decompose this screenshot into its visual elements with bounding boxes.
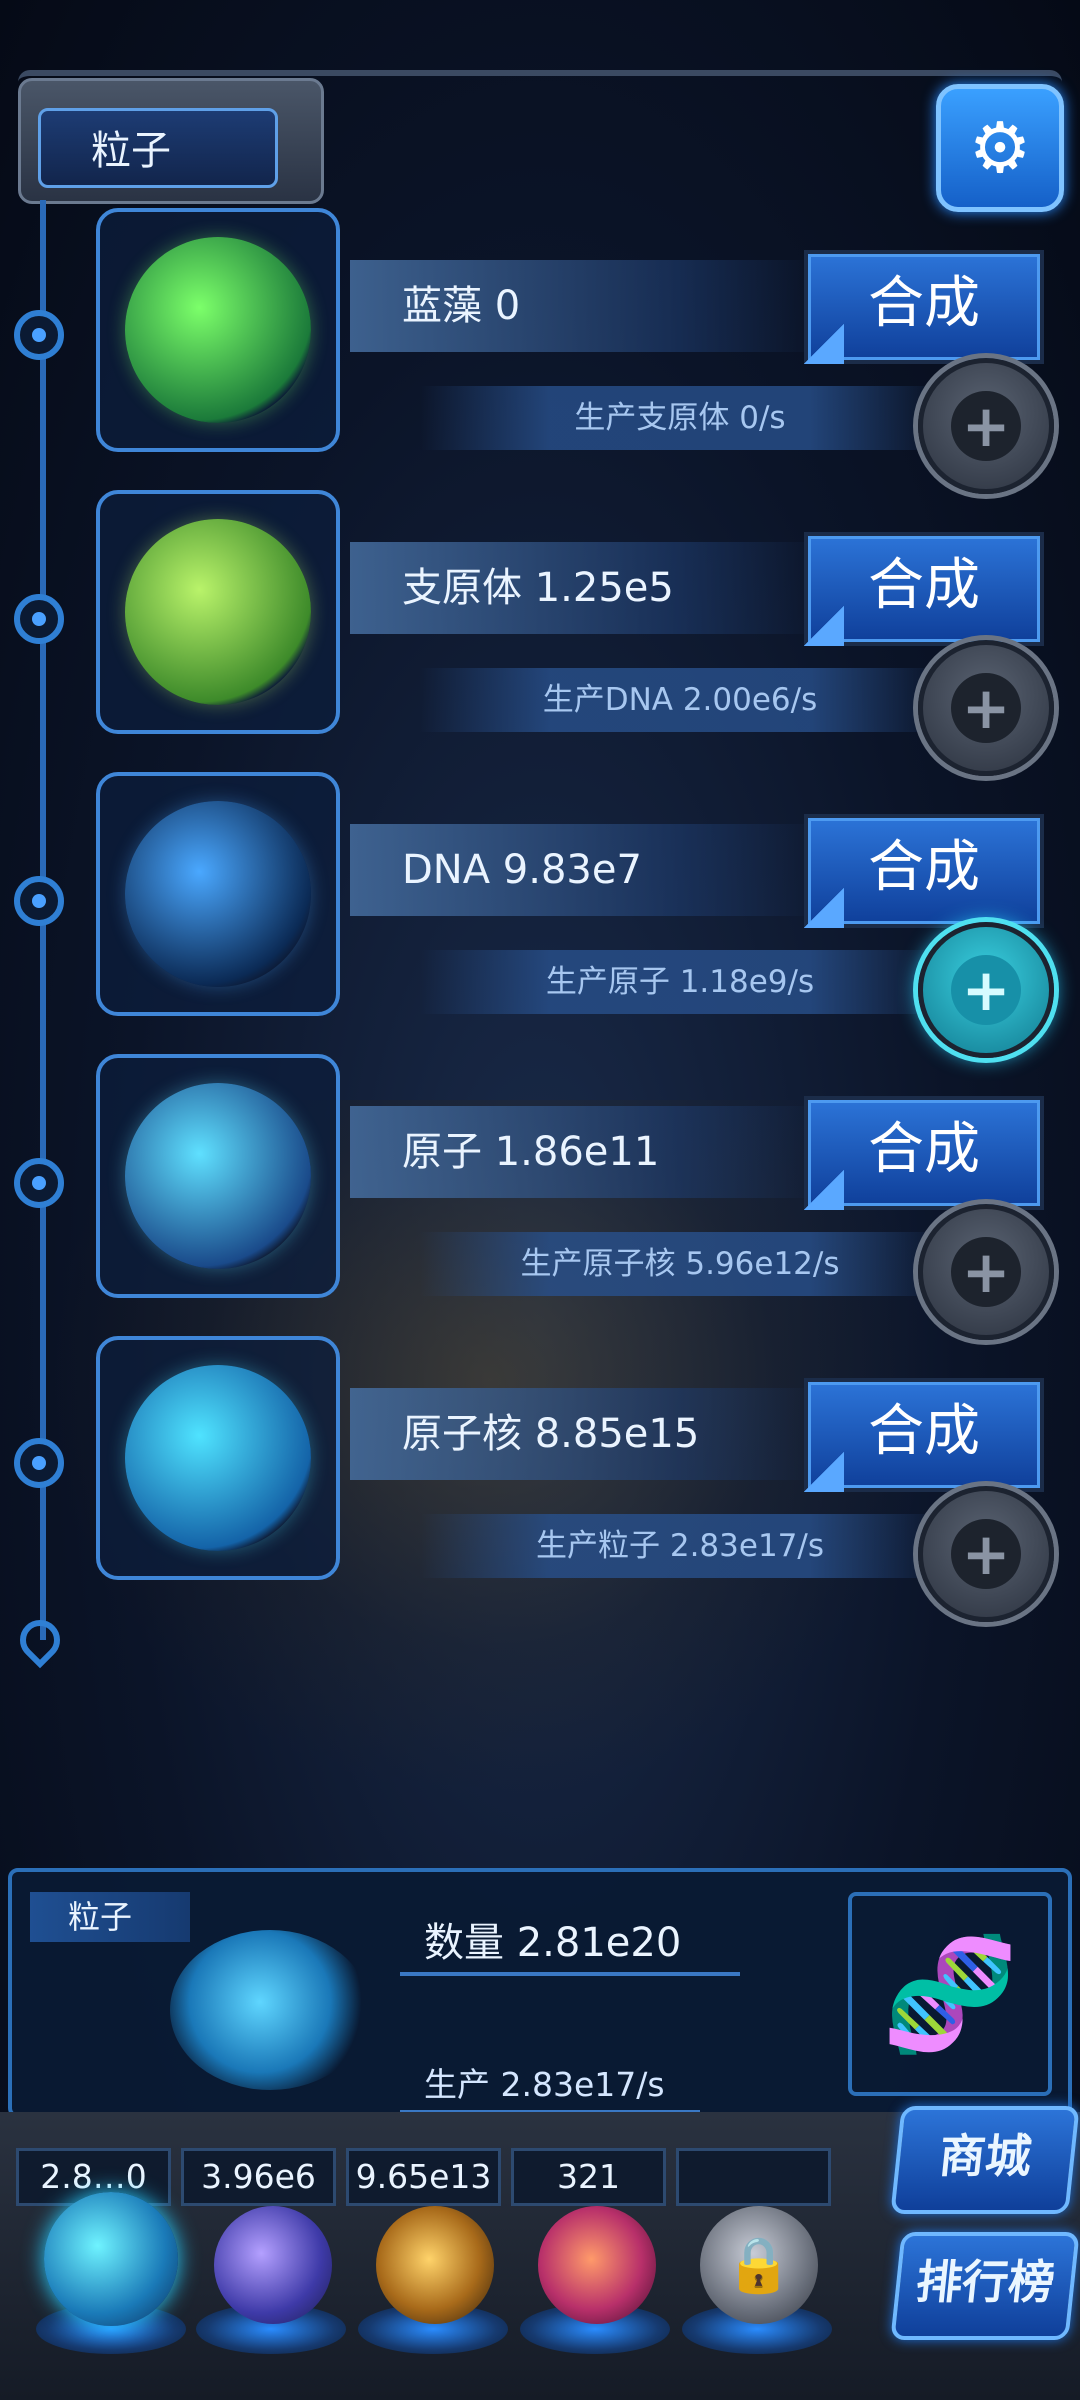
item-orb-image <box>125 1083 311 1269</box>
nebula-tab-orb[interactable] <box>376 2206 494 2324</box>
item-name: DNA 9.83e7 <box>350 824 820 916</box>
dna-helix-icon: 🧬 <box>848 1892 1052 2096</box>
synthesize-button[interactable]: 合成 <box>804 1096 1044 1210</box>
item-produce-rate: 生产支原体 0/s <box>420 386 940 450</box>
synthesize-button[interactable]: 合成 <box>804 532 1044 646</box>
synthesize-button[interactable]: 合成 <box>804 1378 1044 1492</box>
item-produce-rate: 生产DNA 2.00e6/s <box>420 668 940 732</box>
upgrade-plus-button[interactable]: + <box>918 1486 1054 1622</box>
particle-orb-image <box>170 1930 370 2090</box>
summary-count: 数量 2.81e20 <box>424 1920 682 1966</box>
item-orb-image <box>125 237 311 423</box>
item-row: 原子 1.86e11 合成 生产原子核 5.96e12/s + <box>0 1054 1080 1340</box>
item-orb-image <box>125 1365 311 1551</box>
lightning-tab-orb[interactable] <box>214 2206 332 2324</box>
lock-icon: 🔒 <box>725 2233 793 2296</box>
brain-tab-orb[interactable] <box>538 2206 656 2324</box>
item-name: 原子核 8.85e15 <box>350 1388 820 1480</box>
upgrade-plus-button[interactable]: + <box>918 1204 1054 1340</box>
plus-icon: + <box>951 391 1021 461</box>
item-orb-image <box>125 801 311 987</box>
upgrade-plus-button[interactable]: + <box>918 358 1054 494</box>
item-card[interactable] <box>96 208 340 452</box>
item-produce-rate: 生产原子核 5.96e12/s <box>420 1232 940 1296</box>
item-name: 原子 1.86e11 <box>350 1106 820 1198</box>
dock-orbs: 🔒 <box>36 2192 836 2392</box>
settings-button[interactable]: ⚙ <box>936 84 1064 212</box>
item-card[interactable] <box>96 1054 340 1298</box>
shop-button[interactable]: 商城 <box>890 2106 1080 2214</box>
synthesize-button[interactable]: 合成 <box>804 814 1044 928</box>
item-card[interactable] <box>96 490 340 734</box>
item-name: 支原体 1.25e5 <box>350 542 820 634</box>
summary-divider <box>400 1972 740 1976</box>
synthesize-button[interactable]: 合成 <box>804 250 1044 364</box>
page-title: 粒子 <box>38 108 278 188</box>
upgrade-plus-button[interactable]: + <box>918 922 1054 1058</box>
plus-icon: + <box>951 1237 1021 1307</box>
lock-tab-orb[interactable]: 🔒 <box>700 2206 818 2324</box>
item-produce-rate: 生产粒子 2.83e17/s <box>420 1514 940 1578</box>
item-row: DNA 9.83e7 合成 生产原子 1.18e9/s + <box>0 772 1080 1058</box>
item-row: 支原体 1.25e5 合成 生产DNA 2.00e6/s + <box>0 490 1080 776</box>
item-row: 蓝藻 0 合成 生产支原体 0/s + <box>0 208 1080 494</box>
gear-icon: ⚙ <box>968 107 1032 189</box>
plus-icon: + <box>951 1519 1021 1589</box>
particle-tab-orb[interactable] <box>44 2192 178 2326</box>
item-orb-image <box>125 519 311 705</box>
summary-tab: 粒子 <box>30 1892 190 1942</box>
plus-icon: + <box>951 955 1021 1025</box>
item-card[interactable] <box>96 772 340 1016</box>
item-row: 原子核 8.85e15 合成 生产粒子 2.83e17/s + <box>0 1336 1080 1622</box>
plus-icon: + <box>951 673 1021 743</box>
summary-produce: 生产 2.83e17/s <box>424 2065 665 2104</box>
item-name: 蓝藻 0 <box>350 260 820 352</box>
upgrade-plus-button[interactable]: + <box>918 640 1054 776</box>
item-produce-rate: 生产原子 1.18e9/s <box>420 950 940 1014</box>
item-card[interactable] <box>96 1336 340 1580</box>
leaderboard-button[interactable]: 排行榜 <box>890 2232 1080 2340</box>
